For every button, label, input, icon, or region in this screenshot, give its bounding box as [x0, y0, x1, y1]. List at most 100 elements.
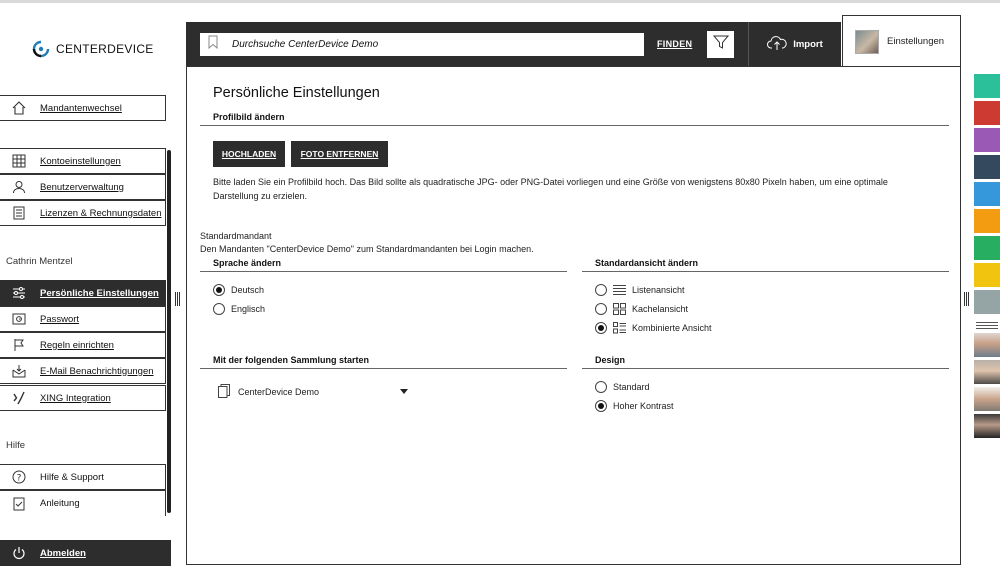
avatar: [855, 29, 879, 54]
app-logo[interactable]: CENTERDEVICE: [32, 40, 154, 58]
radio-label: Standard: [613, 382, 650, 392]
sidebar-item-passwort[interactable]: Passwort: [0, 306, 166, 332]
logo-text: CENTERDEVICE: [56, 42, 154, 56]
logout-label: Abmelden: [40, 547, 86, 559]
radio-selected[interactable]: [213, 284, 225, 296]
color-swatch[interactable]: [974, 155, 1000, 179]
sidebar-item-label: Hilfe & Support: [40, 471, 104, 483]
page-title: Persönliche Einstellungen: [213, 85, 380, 101]
search-button[interactable]: FINDEN: [657, 39, 692, 49]
combined-view-icon: [613, 322, 626, 334]
user-avatar[interactable]: [974, 414, 1000, 438]
radio-label: Deutsch: [231, 285, 265, 295]
divider: [200, 368, 567, 369]
sidebar-item-label: E-Mail Benachrichtigungen: [40, 365, 154, 377]
sidebar-help-heading: Hilfe: [6, 440, 26, 451]
user-icon: [12, 180, 26, 194]
radio-label: Kombinierte Ansicht: [632, 323, 712, 333]
sidebar-item-anleitung[interactable]: Anleitung: [0, 490, 166, 516]
right-resize-handle[interactable]: [964, 292, 970, 306]
radio-unselected[interactable]: [595, 381, 607, 393]
sidebar-scrollbar[interactable]: [167, 150, 171, 513]
sidebar-item-benutzerverwaltung[interactable]: Benutzerverwaltung: [0, 174, 166, 200]
bookmark-icon[interactable]: [208, 35, 218, 54]
sidebar-item-hilfe-support[interactable]: ? Hilfe & Support: [0, 464, 166, 490]
svg-text:?: ?: [17, 474, 22, 484]
color-swatch[interactable]: [974, 236, 1000, 260]
collection-selected: CenterDevice Demo: [238, 387, 320, 397]
sidebar-item-label: Passwort: [40, 313, 80, 325]
chevron-down-icon: [400, 387, 408, 397]
language-option-deutsch[interactable]: Deutsch: [213, 284, 264, 296]
profile-hint-line: Bitte laden Sie ein Profilbild hoch. Das…: [213, 177, 888, 187]
sliders-icon: [12, 286, 26, 300]
sidebar-user-name: Cathrin Mentzel: [6, 256, 73, 267]
import-button[interactable]: Import: [748, 22, 841, 66]
color-swatch[interactable]: [974, 209, 1000, 233]
left-resize-handle[interactable]: [175, 292, 181, 306]
divider: [976, 328, 998, 329]
radio-unselected[interactable]: [595, 303, 607, 315]
settings-tab-label: Einstellungen: [887, 36, 945, 47]
tile-view-icon: [613, 303, 626, 315]
radio-selected[interactable]: [595, 400, 607, 412]
help-icon: ?: [12, 470, 26, 484]
sidebar-item-regeln[interactable]: Regeln einrichten: [0, 332, 166, 358]
sidebar-item-persoenliche-einstellungen[interactable]: Persönliche Einstellungen: [0, 280, 166, 306]
sidebar-item-lizenzen[interactable]: Lizenzen & Rechnungsdaten: [0, 200, 166, 226]
user-avatar[interactable]: [974, 360, 1000, 384]
color-swatch[interactable]: [974, 263, 1000, 287]
color-swatch[interactable]: [974, 290, 1000, 314]
home-icon: [12, 101, 26, 115]
color-swatch[interactable]: [974, 182, 1000, 206]
list-view-icon: [613, 284, 626, 296]
user-avatar[interactable]: [974, 333, 1000, 357]
design-option-standard[interactable]: Standard: [595, 381, 650, 393]
radio-selected[interactable]: [595, 322, 607, 334]
sidebar-item-label: XING Integration: [40, 392, 111, 404]
view-heading: Standardansicht ändern: [595, 258, 699, 268]
user-avatar[interactable]: [974, 387, 1000, 411]
default-mandant-label: Standardmandant: [200, 231, 272, 241]
color-swatch[interactable]: [974, 74, 1000, 98]
view-option-list[interactable]: Listenansicht: [595, 284, 685, 296]
sidebar-item-label: Regeln einrichten: [40, 339, 114, 351]
sidebar-item-xing[interactable]: XING Integration: [0, 385, 166, 411]
color-swatch[interactable]: [974, 101, 1000, 125]
filter-icon: [712, 34, 729, 55]
divider: [976, 325, 998, 326]
profile-heading: Profilbild ändern: [213, 112, 285, 122]
remove-photo-button[interactable]: FOTO ENTFERNEN: [291, 141, 388, 167]
sidebar-item-label: Lizenzen & Rechnungsdaten: [40, 207, 162, 219]
search-input[interactable]: Durchsuche CenterDevice Demo: [200, 33, 644, 56]
sidebar-item-email[interactable]: E-Mail Benachrichtigungen: [0, 358, 166, 384]
view-option-combined[interactable]: Kombinierte Ansicht: [595, 322, 712, 334]
power-icon: [12, 546, 26, 560]
radio-unselected[interactable]: [213, 303, 225, 315]
view-option-tiles[interactable]: Kachelansicht: [595, 303, 688, 315]
language-option-englisch[interactable]: Englisch: [213, 303, 265, 315]
design-option-high-contrast[interactable]: Hoher Kontrast: [595, 400, 674, 412]
radio-unselected[interactable]: [595, 284, 607, 296]
radio-label: Hoher Kontrast: [613, 401, 674, 411]
sidebar-item-mandantenwechsel[interactable]: Mandantenwechsel: [0, 95, 166, 121]
sidebar-item-kontoeinstellungen[interactable]: Kontoeinstellungen: [0, 148, 166, 174]
collection-icon: [218, 384, 230, 400]
tab-einstellungen[interactable]: Einstellungen: [842, 15, 961, 67]
profile-hint-line: Darstellung zu erzielen.: [213, 191, 308, 201]
default-mandant-link[interactable]: Den Mandanten "CenterDevice Demo" zum St…: [200, 242, 534, 256]
divider: [582, 368, 949, 369]
collection-heading: Mit der folgenden Sammlung starten: [213, 355, 370, 365]
color-swatch[interactable]: [974, 128, 1000, 152]
cloud-upload-icon: [767, 35, 787, 54]
flag-icon: [12, 338, 26, 352]
profile-hint: Bitte laden Sie ein Profilbild hoch. Das…: [213, 175, 943, 203]
collection-select[interactable]: CenterDevice Demo: [218, 384, 408, 400]
divider: [200, 271, 567, 272]
filter-button[interactable]: [707, 31, 734, 58]
divider: [200, 125, 949, 126]
logout-button[interactable]: Abmelden: [0, 540, 171, 566]
radio-label: Englisch: [231, 304, 266, 314]
language-heading: Sprache ändern: [213, 258, 282, 268]
upload-button[interactable]: HOCHLADEN: [213, 141, 285, 167]
